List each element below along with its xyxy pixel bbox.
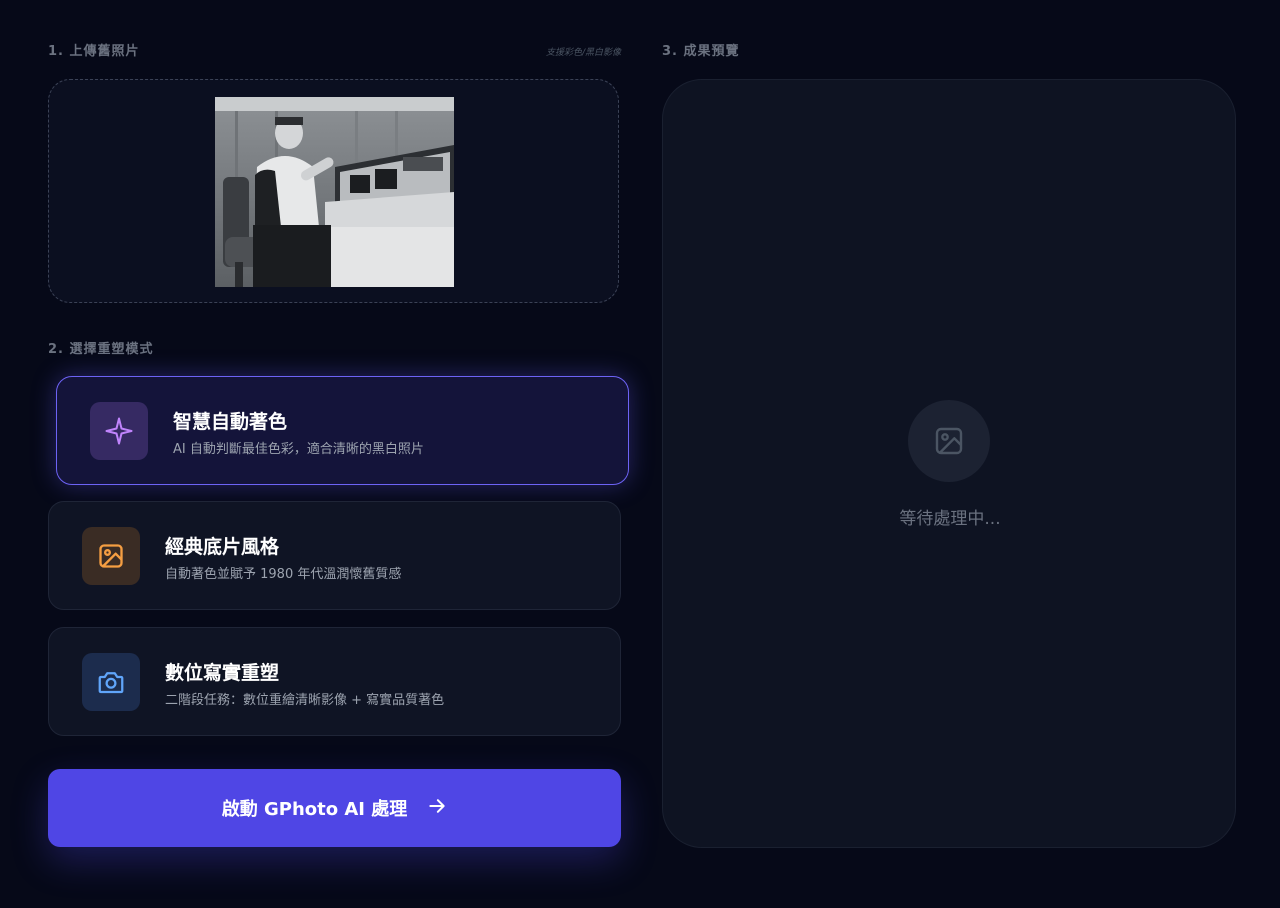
preview-status-text: 等待處理中... [899, 509, 1001, 529]
mode-card-classic-film[interactable]: 經典底片風格 自動著色並賦予 1980 年代溫潤懷舊質感 [48, 501, 621, 610]
modes-section-title: 2. 選擇重塑模式 [48, 342, 154, 357]
sparkle-icon [90, 402, 148, 460]
image-icon [82, 527, 140, 585]
result-preview-panel: 等待處理中... [662, 79, 1236, 848]
uploaded-photo-thumbnail [215, 97, 454, 287]
right-column: 3. 成果預覽 等待處理中... [662, 40, 1236, 848]
mode-title: 數位寫實重塑 [165, 662, 280, 684]
left-column: 1. 上傳舊照片 支援彩色/黑白影像 2. 選擇重塑模式 智慧自動著色 AI 自… [48, 40, 629, 847]
mode-title: 智慧自動著色 [173, 411, 288, 433]
upload-hint: 支援彩色/黑白影像 [545, 48, 621, 58]
arrow-right-icon [427, 796, 447, 821]
upload-header: 1. 上傳舊照片 支援彩色/黑白影像 [48, 40, 621, 64]
mode-description: 自動著色並賦予 1980 年代溫潤懷舊質感 [165, 567, 402, 582]
mode-card-digital-realism[interactable]: 數位寫實重塑 二階段任務：數位重繪清晰影像 + 寫實品質著色 [48, 627, 621, 736]
start-processing-button[interactable]: 啟動 GPhoto AI 處理 [48, 769, 621, 847]
mode-title: 經典底片風格 [165, 536, 280, 558]
app-page: 1. 上傳舊照片 支援彩色/黑白影像 2. 選擇重塑模式 智慧自動著色 AI 自… [0, 0, 1280, 908]
start-button-label: 啟動 GPhoto AI 處理 [221, 799, 408, 820]
mode-card-smart-colorize[interactable]: 智慧自動著色 AI 自動判斷最佳色彩，適合清晰的黑白照片 [56, 376, 629, 485]
photo-dropzone[interactable] [48, 79, 619, 303]
camera-icon [82, 653, 140, 711]
mode-description: 二階段任務：數位重繪清晰影像 + 寫實品質著色 [165, 693, 445, 708]
preview-header: 3. 成果預覽 [662, 40, 1236, 64]
modes-header: 2. 選擇重塑模式 [48, 338, 154, 362]
image-placeholder-icon [908, 400, 990, 482]
preview-section-title: 3. 成果預覽 [662, 44, 740, 59]
mode-description: AI 自動判斷最佳色彩，適合清晰的黑白照片 [173, 442, 424, 457]
upload-section-title: 1. 上傳舊照片 [48, 44, 140, 59]
